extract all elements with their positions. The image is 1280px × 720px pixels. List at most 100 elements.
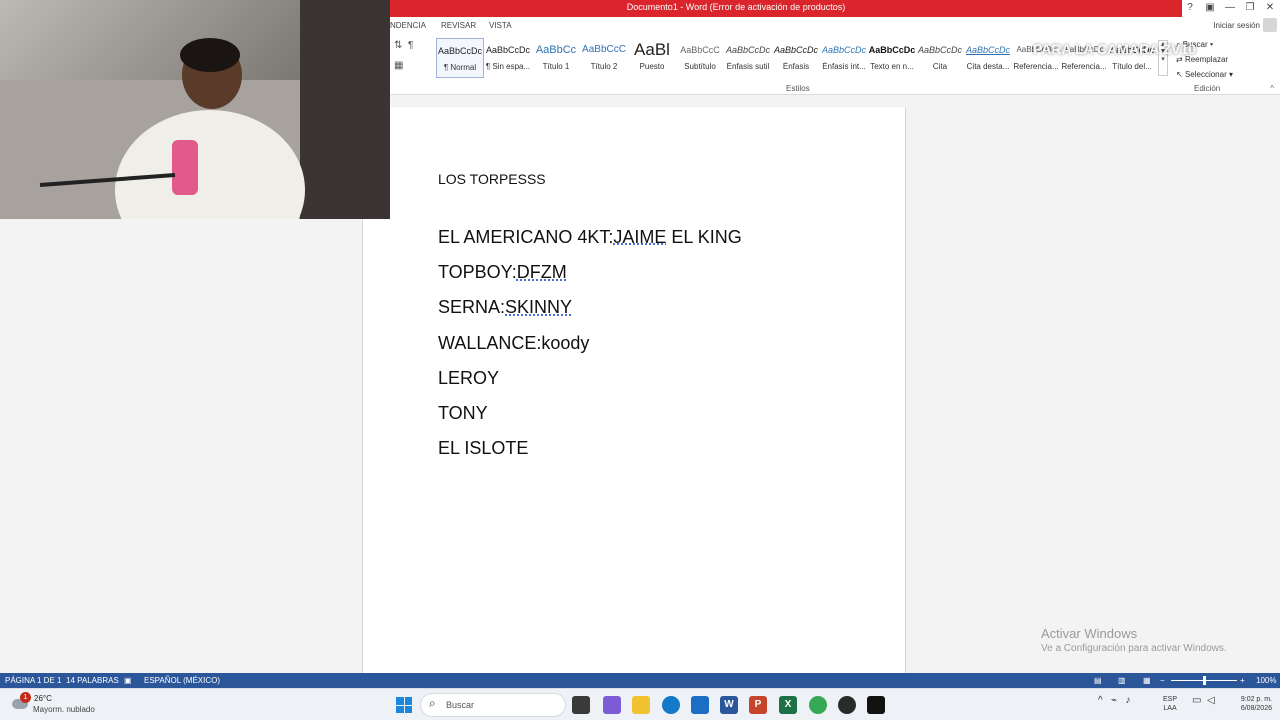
task-view-icon[interactable] [572,696,590,714]
obs-icon[interactable] [838,696,856,714]
replace-button[interactable]: ⇄ Reemplazar [1176,55,1233,70]
style-name: Cita [932,62,948,71]
line-text: LEROY [438,367,500,388]
weather-description: Mayorm. nublado [33,705,95,714]
store-icon[interactable] [691,696,709,714]
volume-icon[interactable]: ◁ [1207,695,1215,706]
chrome-icon[interactable] [809,696,827,714]
style-name: Título del... [1112,62,1152,71]
language-indicator[interactable]: ESPAÑOL (MÉXICO) [144,676,220,685]
status-bar: PÁGINA 1 DE 1 14 PALABRAS ▣ ESPAÑOL (MÉX… [0,673,1280,688]
notification-badge: 1 [20,692,31,703]
print-layout-icon[interactable]: ▥ [1118,676,1126,685]
windows-logo-tile [404,697,412,705]
document-line: EL ISLOTE [438,438,742,473]
tab-vista[interactable]: VISTA [489,21,512,30]
zoom-level[interactable]: 100% [1256,676,1276,685]
clock-time: 9:02 p. m. [1240,696,1272,703]
weather-temperature: 26°C [34,694,52,703]
line-text: SERNA: [438,297,506,318]
network-icon[interactable]: ⌁ [1111,695,1117,706]
line-text: EL AMERICANO 4KT: [438,227,614,247]
app-letter: P [754,699,762,710]
webcam-scene [0,0,390,219]
style-name: Énfasis sutil [726,62,770,71]
style-enfasis-intenso[interactable]: AaBbCcDc Énfasis int... [820,38,868,78]
style-name: Subtítulo [684,62,716,71]
help-icon[interactable]: ? [1180,0,1200,17]
style-sin-espaciado[interactable]: AaBbCcDc ¶ Sin espa... [484,38,532,78]
style-enfasis[interactable]: AaBbCcDc Énfasis [772,38,820,78]
page-count[interactable]: PÁGINA 1 DE 1 [5,676,61,685]
proofing-icon[interactable]: ▣ [124,676,132,685]
ribbon-display-icon[interactable]: ▣ [1200,0,1220,17]
style-sample: AaBbCcDc [868,45,916,55]
windows-logo-tile [396,705,404,713]
zoom-out-icon[interactable]: − [1160,676,1165,685]
user-icon[interactable] [1263,18,1277,32]
person-hair [180,38,240,72]
window-title: Documento1 - Word (Error de activación d… [626,2,846,12]
capcut-icon[interactable] [867,696,885,714]
style-cita[interactable]: AaBbCcDc Cita [916,38,964,78]
excel-icon[interactable]: X [779,696,797,714]
style-titulo-1[interactable]: AaBbCc Título 1 [532,38,580,78]
collapse-ribbon-icon[interactable]: ^ [1270,84,1274,93]
edge-icon[interactable] [662,696,680,714]
tab-revisar[interactable]: REVISAR [441,21,476,30]
style-texto-en-negrita[interactable]: AaBbCcDc Texto en n... [868,38,916,78]
stream-overlay-text: PARA LA CAMARA ZV10 [1033,41,1197,57]
style-name: Puesto [639,62,665,71]
borders-icon[interactable]: ▦ [394,60,403,71]
copilot-icon[interactable] [603,696,621,714]
style-enfasis-sutil[interactable]: AaBbCcDc Énfasis sutil [724,38,772,78]
zoom-slider-thumb[interactable] [1203,676,1206,685]
style-sample: AaBbCcDc [965,45,1010,55]
zoom-in-icon[interactable]: + [1240,676,1245,685]
style-sample: AaBl [634,40,670,59]
activation-watermark: Activar Windows Ve a Configuración para … [1041,626,1227,654]
word-count[interactable]: 14 PALABRAS [66,676,119,685]
word-icon[interactable]: W [720,696,738,714]
start-button[interactable] [396,697,412,713]
style-name: Título 1 [542,62,570,71]
style-puesto[interactable]: AaBl Puesto [628,38,676,78]
sort-icon[interactable]: ⇅ [394,40,402,51]
read-mode-icon[interactable]: ▤ [1094,676,1102,685]
lang-line-1: ESP [1163,696,1178,703]
microphone-icon[interactable]: ♪ [1125,695,1130,706]
clock[interactable]: 9:02 p. m. 6/08/2026 [1226,695,1272,713]
input-language[interactable]: ESP LAA [1163,695,1177,713]
style-name: ¶ Sin espa... [485,62,531,71]
powerpoint-icon[interactable]: P [749,696,767,714]
ribbon-tabs: NDENCIA REVISAR VISTA Iniciar sesión [390,17,1280,35]
style-name: ¶ Normal [443,63,477,72]
lang-line-2: LAA [1163,705,1177,712]
restore-button[interactable]: ❐ [1240,0,1260,17]
pilcrow-icon[interactable]: ¶ [408,40,413,51]
style-titulo-2[interactable]: AaBbCcC Título 2 [580,38,628,78]
style-normal[interactable]: AaBbCcDc ¶ Normal [436,38,484,78]
taskbar-search[interactable]: ⌕ Buscar [420,693,566,717]
select-label: Seleccionar [1184,70,1227,79]
web-layout-icon[interactable]: ▦ [1143,676,1151,685]
webcam-overlay [0,0,390,219]
tray-icons: ▭ ◁ [1192,695,1215,706]
style-name: Cita desta... [966,62,1010,71]
microphone [172,140,198,195]
style-subtitulo[interactable]: AaBbCcC Subtítulo [676,38,724,78]
file-explorer-icon[interactable] [632,696,650,714]
minimize-button[interactable]: — [1220,0,1240,17]
style-sample: AaBbCcDc [773,45,818,55]
tab-referencias[interactable]: NDENCIA [390,21,426,30]
chevron-up-icon[interactable]: ^ [1098,695,1103,706]
sign-in-link[interactable]: Iniciar sesión [1213,21,1260,30]
close-button[interactable]: ✕ [1260,0,1280,17]
monitor-icon[interactable]: ▭ [1192,695,1201,706]
select-button[interactable]: ↖ Seleccionar ▾ [1176,70,1233,85]
line-text: TOPBOY: [438,262,517,283]
style-cita-destacada[interactable]: AaBbCcDc Cita desta... [964,38,1012,78]
edit-group-label: Edición [1194,84,1221,93]
style-name: Énfasis [782,62,810,71]
document-page[interactable]: LOS TORPESSS EL AMERICANO 4KT:JAIME EL K… [362,107,906,673]
